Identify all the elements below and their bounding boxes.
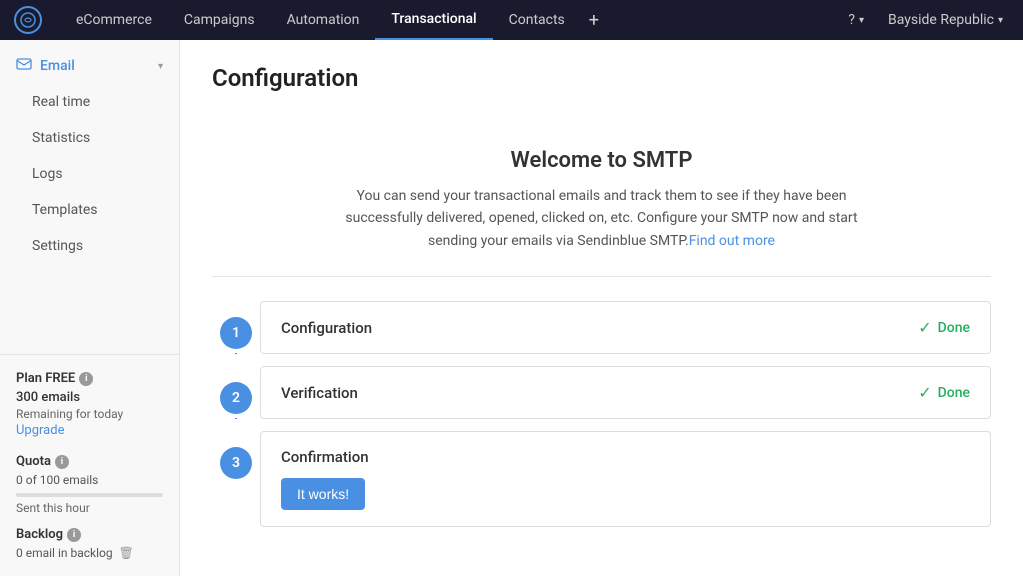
step-2-card: Verification ✓ Done <box>260 366 991 419</box>
step-1-row: 1 Configuration ✓ Done <box>212 301 991 354</box>
step-1-check-icon: ✓ <box>918 318 931 337</box>
upgrade-link[interactable]: Upgrade <box>16 423 163 438</box>
step-3-row: 3 Confirmation It works! <box>212 431 991 527</box>
sidebar-item-statistics[interactable]: Statistics <box>0 120 179 156</box>
account-chevron: ▾ <box>998 15 1003 26</box>
nav-transactional[interactable]: Transactional <box>375 0 492 40</box>
step-2-status: Done <box>938 385 970 401</box>
sidebar-item-realtime[interactable]: Real time <box>0 84 179 120</box>
step-2-check-icon: ✓ <box>918 383 931 402</box>
nav-campaigns[interactable]: Campaigns <box>168 0 271 40</box>
step-3-circle: 3 <box>220 447 252 479</box>
quota-info-icon[interactable]: i <box>55 455 69 469</box>
welcome-description: You can send your transactional emails a… <box>322 185 882 252</box>
step-2-row: 2 Verification ✓ Done <box>212 366 991 419</box>
plan-info-icon[interactable]: i <box>79 372 93 386</box>
quota-title: Quota i <box>16 454 163 469</box>
top-navigation: eCommerce Campaigns Automation Transacti… <box>0 0 1023 40</box>
step-2-circle: 2 <box>220 382 252 414</box>
backlog-section: Backlog i 0 email in backlog 🗑 <box>0 527 179 576</box>
welcome-title: Welcome to SMTP <box>236 148 967 173</box>
logo[interactable] <box>12 4 44 36</box>
page-title: Configuration <box>212 64 991 92</box>
quota-sent: Sent this hour <box>16 501 163 515</box>
backlog-count: 0 email in backlog 🗑 <box>16 546 163 560</box>
nav-contacts[interactable]: Contacts <box>493 0 581 40</box>
step-3-indicator: 3 <box>212 431 260 527</box>
sidebar: Email ▾ Real time Statistics Logs Templa… <box>0 40 180 576</box>
step-1-title: Configuration <box>281 319 918 337</box>
nav-automation[interactable]: Automation <box>271 0 376 40</box>
sidebar-item-logs[interactable]: Logs <box>0 156 179 192</box>
add-button[interactable]: + <box>581 10 607 31</box>
sidebar-email-label: Email <box>40 58 75 74</box>
step-3-card: Confirmation It works! <box>260 431 991 527</box>
it-works-button[interactable]: It works! <box>281 478 365 510</box>
main-content: Configuration Welcome to SMTP You can se… <box>180 40 1023 576</box>
help-chevron: ▾ <box>859 15 864 26</box>
step-1-line <box>235 353 237 354</box>
plan-remaining: Remaining for today <box>16 407 163 421</box>
account-name: Bayside Republic <box>888 12 994 28</box>
step-1-card: Configuration ✓ Done <box>260 301 991 354</box>
step-2-title: Verification <box>281 384 918 402</box>
sidebar-email-header[interactable]: Email ▾ <box>0 40 179 84</box>
plan-section: Plan FREE i 300 emails Remaining for tod… <box>0 354 179 454</box>
logo-circle <box>14 6 42 34</box>
quota-section: Quota i 0 of 100 emails Sent this hour <box>0 454 179 527</box>
sidebar-chevron: ▾ <box>158 61 163 72</box>
step-3-title: Confirmation <box>281 448 369 466</box>
quota-count: 0 of 100 emails <box>16 473 163 487</box>
quota-progress-bar <box>16 493 163 497</box>
sidebar-item-settings[interactable]: Settings <box>0 228 179 264</box>
step-1-done: ✓ Done <box>918 318 970 337</box>
backlog-title: Backlog i <box>16 527 163 542</box>
step-1-indicator: 1 <box>212 301 260 354</box>
step-2-line <box>235 418 237 419</box>
step-2-indicator: 2 <box>212 366 260 419</box>
account-menu[interactable]: Bayside Republic ▾ <box>880 12 1011 28</box>
email-icon <box>16 56 32 76</box>
nav-right: ? ▾ Bayside Republic ▾ <box>840 12 1011 28</box>
nav-items: eCommerce Campaigns Automation Transacti… <box>60 0 840 40</box>
sidebar-email-section: Email ▾ Real time Statistics Logs Templa… <box>0 40 179 264</box>
main-layout: Email ▾ Real time Statistics Logs Templa… <box>0 40 1023 576</box>
welcome-section: Welcome to SMTP You can send your transa… <box>212 116 991 277</box>
backlog-info-icon[interactable]: i <box>67 528 81 542</box>
trash-icon[interactable]: 🗑 <box>119 546 134 560</box>
steps-container: 1 Configuration ✓ Done 2 V <box>212 301 991 527</box>
nav-ecommerce[interactable]: eCommerce <box>60 0 168 40</box>
help-menu[interactable]: ? ▾ <box>840 12 872 28</box>
plan-title: Plan FREE i <box>16 371 163 386</box>
find-out-more-link[interactable]: Find out more <box>689 233 775 249</box>
step-1-status: Done <box>938 320 970 336</box>
step-1-circle: 1 <box>220 317 252 349</box>
step-2-done: ✓ Done <box>918 383 970 402</box>
sidebar-item-templates[interactable]: Templates <box>0 192 179 228</box>
help-icon: ? <box>848 12 855 28</box>
plan-emails: 300 emails <box>16 390 163 405</box>
